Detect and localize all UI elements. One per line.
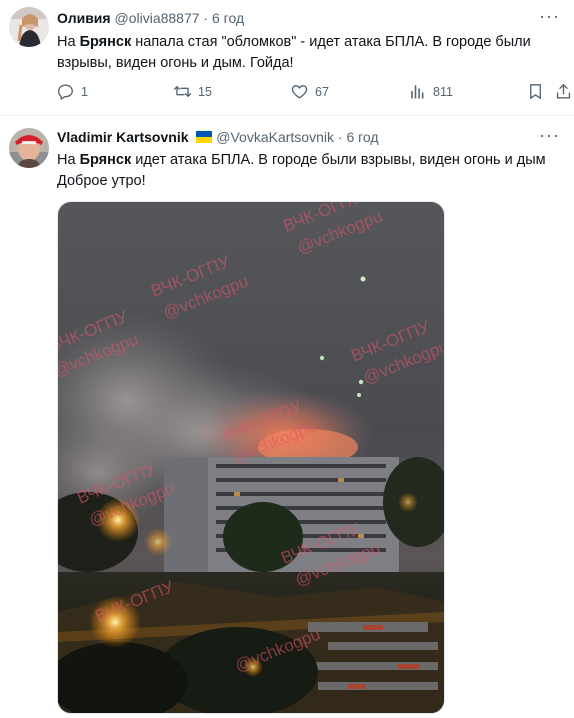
tweet-1[interactable]: Оливия @olivia88877 · 6 год ··· На Брянс… xyxy=(0,0,574,116)
tweet-text: На Брянск напала стая "обломков" - идет … xyxy=(57,32,531,74)
retweet-icon xyxy=(173,86,192,97)
text-prefix: На xyxy=(57,34,80,50)
views-count: 811 xyxy=(433,84,453,99)
more-icon[interactable]: ··· xyxy=(539,125,560,146)
text-line1: идет атака БПЛА. В городе были взрывы, в… xyxy=(131,152,546,168)
text-line2: взрывы, виден огонь и дым. Гойда! xyxy=(57,55,294,71)
views-button[interactable]: 811 xyxy=(408,82,453,101)
action-bar: 1 15 67 811 xyxy=(56,82,571,104)
share-button[interactable] xyxy=(554,82,573,101)
retweet-button[interactable]: 15 xyxy=(173,82,212,101)
like-count: 67 xyxy=(315,84,329,99)
separator-dot: · xyxy=(203,10,209,26)
ukraine-flag-icon xyxy=(196,131,213,143)
like-button[interactable]: 67 xyxy=(290,82,329,101)
timestamp[interactable]: 6 год xyxy=(212,10,244,26)
hashtag-bryansk[interactable]: Брянск xyxy=(80,34,132,50)
tweet-photo[interactable]: ВЧК-ОГПУ @vchkogpu ВЧК-ОГПУ @vchkogpu ВЧ… xyxy=(57,201,445,714)
display-name[interactable]: Vladimir Kartsovnik xyxy=(57,129,189,145)
text-line2: Доброе утро! xyxy=(57,173,146,189)
reply-icon xyxy=(58,84,73,100)
timestamp[interactable]: 6 год xyxy=(346,129,378,145)
tweet-header: Оливия @olivia88877 · 6 год xyxy=(57,10,244,26)
avatar[interactable] xyxy=(9,7,49,47)
bookmark-button[interactable] xyxy=(526,82,545,101)
like-icon xyxy=(291,85,308,99)
text-prefix: На xyxy=(57,152,80,168)
avatar[interactable] xyxy=(9,128,49,168)
views-icon xyxy=(411,85,424,99)
more-icon[interactable]: ··· xyxy=(539,6,560,27)
tweet-header: Vladimir Kartsovnik @VovkaKartsovnik · 6… xyxy=(57,129,379,145)
hashtag-bryansk[interactable]: Брянск xyxy=(80,152,132,168)
display-name[interactable]: Оливия xyxy=(57,10,111,26)
reply-button[interactable]: 1 xyxy=(56,82,88,101)
share-icon xyxy=(556,84,571,99)
text-line1: напала стая "обломков" - идет атака БПЛА… xyxy=(131,34,531,50)
reply-count: 1 xyxy=(81,84,88,99)
photo-canvas: ВЧК-ОГПУ @vchkogpu ВЧК-ОГПУ @vchkogpu ВЧ… xyxy=(58,202,444,713)
bookmark-icon xyxy=(530,84,541,99)
handle[interactable]: @VovkaKartsovnik xyxy=(216,129,334,145)
tweet-text: На Брянск идет атака БПЛА. В городе были… xyxy=(57,150,546,192)
retweet-count: 15 xyxy=(198,84,212,99)
handle[interactable]: @olivia88877 xyxy=(114,10,199,26)
separator-dot: · xyxy=(337,129,343,145)
